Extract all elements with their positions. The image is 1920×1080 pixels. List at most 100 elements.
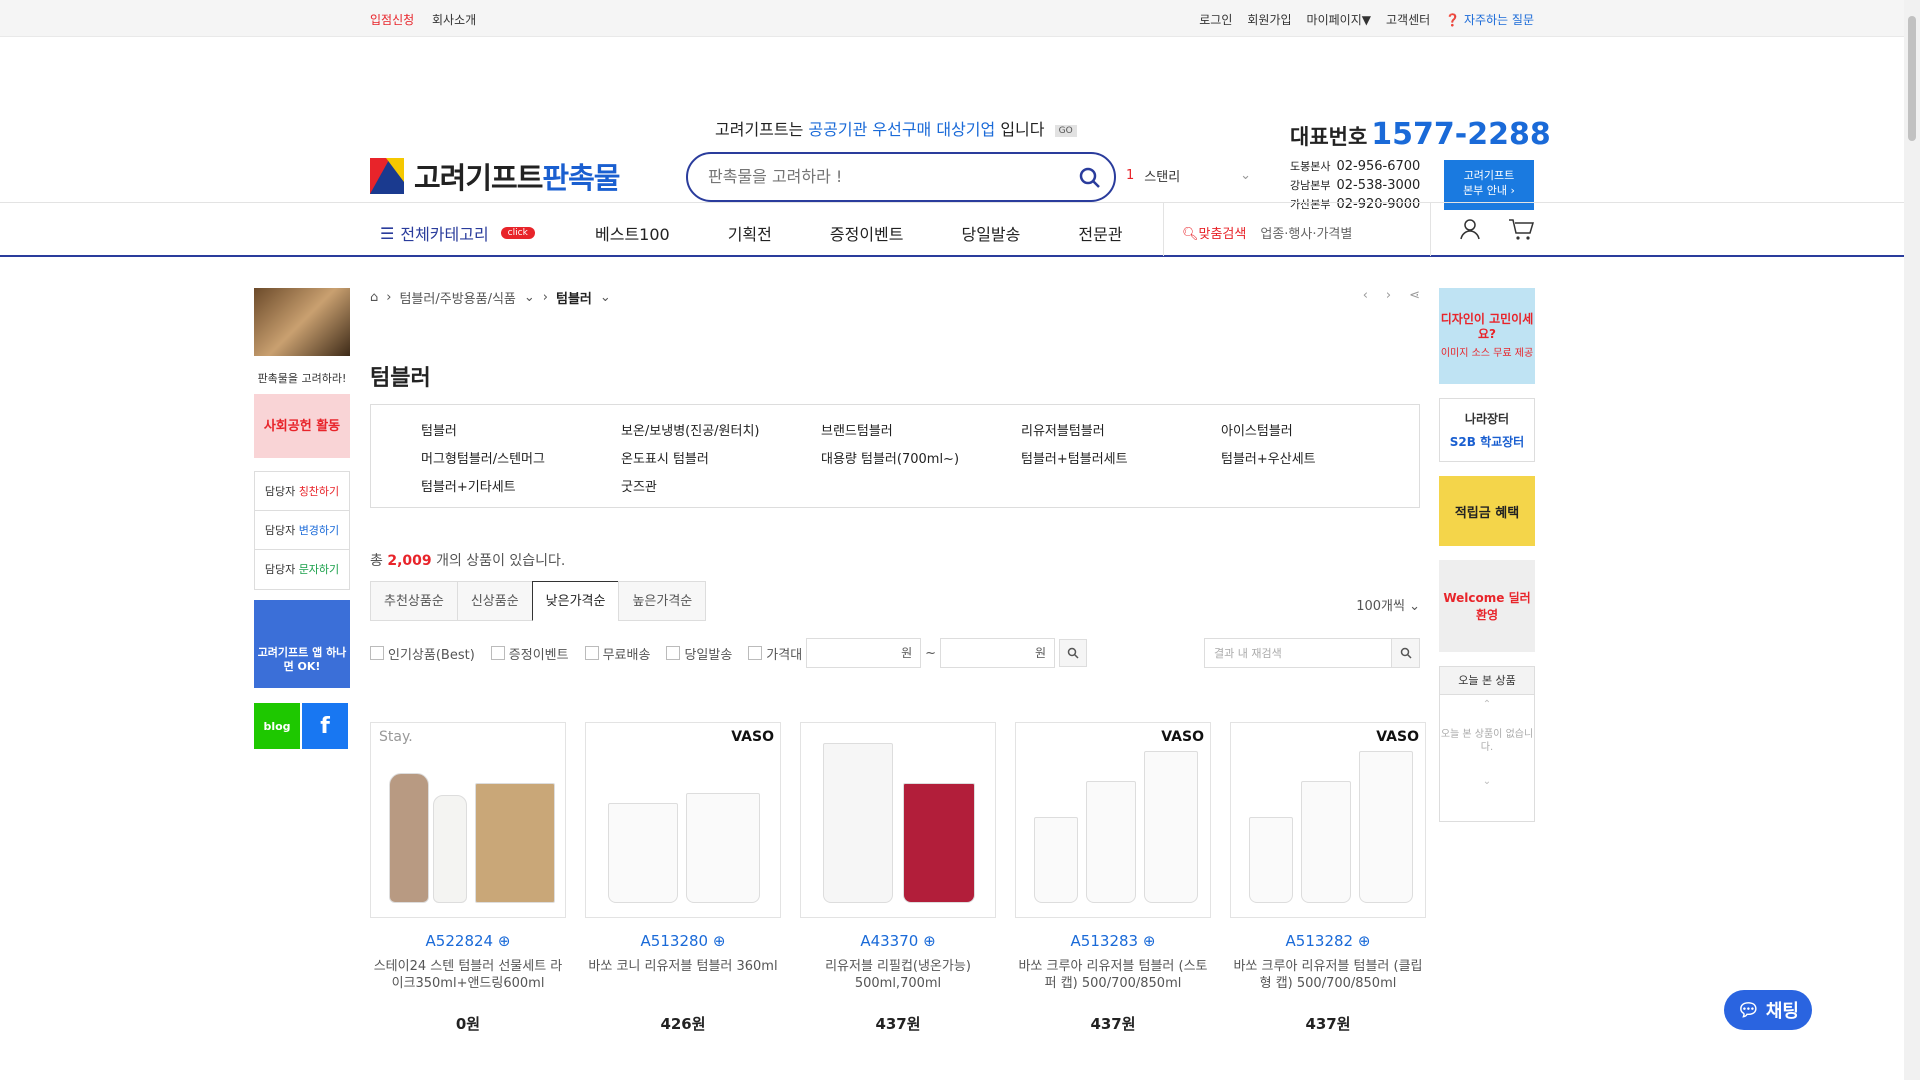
nav-exhibition[interactable]: 기획전: [728, 221, 772, 245]
chevron-down-icon[interactable]: ⌄: [1440, 776, 1534, 787]
product-code[interactable]: A513280 ⊕: [585, 932, 781, 950]
subcat-item[interactable]: 텀블러+텀블러세트: [1021, 448, 1221, 467]
video-thumbnail[interactable]: [254, 288, 350, 356]
text-manager-button[interactable]: 담당자 문자하기: [255, 550, 349, 589]
link-faq[interactable]: ❓ 자주하는 질문: [1445, 11, 1534, 28]
product-card[interactable]: VASO A513283 ⊕ 바쏘 크루아 리유저블 텀블러 (스토퍼 캡) 5…: [1015, 722, 1211, 1034]
product-card[interactable]: Stay. A522824 ⊕ 스테이24 스텐 텀블러 선물세트 라이크350…: [370, 722, 566, 1034]
product-image[interactable]: VASO: [1230, 722, 1426, 918]
tab-high-price[interactable]: 높은가격순: [618, 581, 707, 621]
product-name[interactable]: 바쏘 코니 리유저블 텀블러 360ml: [585, 958, 781, 992]
subcat-item[interactable]: 텀블러: [421, 420, 621, 439]
praise-manager-button[interactable]: 담당자 칭찬하기: [255, 472, 349, 511]
link-vendor-apply[interactable]: 입점신청: [370, 13, 414, 27]
social-contribution-banner[interactable]: 사회공헌 활동: [254, 394, 350, 458]
product-code[interactable]: A513283 ⊕: [1015, 932, 1211, 950]
result-search-button[interactable]: [1391, 639, 1419, 667]
checkbox[interactable]: [370, 646, 384, 660]
checkbox[interactable]: [584, 646, 599, 660]
product-image[interactable]: VASO: [585, 722, 781, 918]
product-image[interactable]: [800, 722, 996, 918]
scrollbar-thumb[interactable]: [1908, 16, 1916, 141]
tab-newest[interactable]: 신상품순: [456, 581, 532, 621]
link-company[interactable]: 회사소개: [432, 13, 476, 27]
design-banner[interactable]: 디자인이 고민이세요? 이미지 소스 무료 제공: [1439, 288, 1535, 384]
subcat-item[interactable]: 온도표시 텀블러: [621, 448, 821, 467]
scrollbar[interactable]: [1904, 0, 1920, 1080]
product-image[interactable]: VASO: [1015, 722, 1211, 918]
tab-low-price[interactable]: 낮은가격순: [531, 581, 619, 621]
subcat-item[interactable]: 브랜드텀블러: [821, 420, 1021, 439]
subcat-item[interactable]: 텀블러+기타세트: [421, 476, 621, 495]
product-name[interactable]: 바쏘 크루아 리유저블 텀블러 (클립형 캡) 500/700/850ml: [1230, 958, 1426, 992]
price-search-button[interactable]: [1059, 639, 1088, 667]
filter-price[interactable]: 가격대: [748, 644, 802, 663]
link-login[interactable]: 로그인: [1199, 11, 1232, 28]
breadcrumb-level2[interactable]: 텀블러: [556, 288, 592, 307]
link-mypage[interactable]: 마이페이지▼: [1307, 11, 1371, 28]
zoom-icon[interactable]: ⊕: [498, 932, 511, 950]
prev-icon[interactable]: ‹: [1363, 288, 1368, 303]
tab-recommended[interactable]: 추천상품순: [370, 581, 457, 621]
product-image[interactable]: Stay.: [370, 722, 566, 918]
product-card[interactable]: VASO A513282 ⊕ 바쏘 크루아 리유저블 텀블러 (클립형 캡) 5…: [1230, 722, 1426, 1034]
checkbox[interactable]: [666, 646, 681, 660]
chevron-down-icon[interactable]: ⌄: [1240, 168, 1251, 183]
facebook-icon[interactable]: f: [302, 703, 348, 749]
dealer-banner[interactable]: Welcome 딜러환영: [1439, 560, 1535, 652]
price-max-input[interactable]: 원: [940, 638, 1056, 668]
points-banner[interactable]: 적립금 혜택: [1439, 476, 1535, 546]
zoom-icon[interactable]: ⊕: [1143, 932, 1156, 950]
zoom-icon[interactable]: ⊕: [713, 932, 726, 950]
home-icon[interactable]: ⌂: [370, 290, 378, 305]
product-card[interactable]: VASO A513280 ⊕ 바쏘 코니 리유저블 텀블러 360ml 426원: [585, 722, 781, 1034]
blog-icon[interactable]: blog: [254, 703, 300, 749]
change-manager-button[interactable]: 담당자 변경하기: [255, 511, 349, 550]
link-signup[interactable]: 회원가입: [1247, 11, 1291, 28]
subcat-item[interactable]: 텀블러+우산세트: [1221, 448, 1421, 467]
subcat-item-goods[interactable]: 굿즈관: [621, 476, 821, 495]
chat-button[interactable]: 💬︎ 채팅: [1724, 990, 1812, 1030]
subcat-item[interactable]: 리유저블텀블러: [1021, 420, 1221, 439]
subcat-item[interactable]: 대용량 텀블러(700ml~): [821, 448, 1021, 467]
next-icon[interactable]: ›: [1386, 288, 1391, 303]
price-min-input[interactable]: 원: [806, 638, 922, 668]
zoom-icon[interactable]: ⊕: [923, 932, 936, 950]
nav-same-day[interactable]: 당일발송: [961, 221, 1020, 245]
product-code[interactable]: A522824 ⊕: [370, 932, 566, 950]
checkbox[interactable]: [748, 646, 763, 660]
chevron-up-icon[interactable]: ⌃: [1440, 699, 1534, 710]
link-support[interactable]: 고객센터: [1386, 11, 1430, 28]
subcat-item[interactable]: 보온/보냉병(진공/원터치): [621, 420, 821, 439]
zoom-icon[interactable]: ⊕: [1358, 932, 1371, 950]
result-search-input[interactable]: 결과 내 재검색: [1204, 638, 1420, 668]
product-card[interactable]: A43370 ⊕ 리유저블 리필컵(냉온가능) 500ml,700ml 437원: [800, 722, 996, 1034]
product-code[interactable]: A513282 ⊕: [1230, 932, 1426, 950]
cart-icon[interactable]: [1508, 217, 1534, 241]
custom-search[interactable]: 🔍︎맞춤검색 업종·행사·가격별: [1182, 223, 1352, 242]
filter-event[interactable]: 증정이벤트: [490, 644, 569, 663]
nav-specialty[interactable]: 전문관: [1078, 221, 1122, 245]
site-logo[interactable]: 고려기프트판촉물: [370, 155, 620, 197]
subcat-item[interactable]: 아이스텀블러: [1221, 420, 1421, 439]
breadcrumb-level1[interactable]: 텀블러/주방용품/식품: [399, 288, 515, 307]
product-code[interactable]: A43370 ⊕: [800, 932, 996, 950]
product-name[interactable]: 스테이24 스텐 텀블러 선물세트 라이크350ml+앤드링600ml: [370, 958, 566, 992]
promo-banner[interactable]: 고려기프트는 공공기관 우선구매 대상기업 입니다 GO: [715, 116, 1077, 140]
share-icon[interactable]: ⋖: [1409, 288, 1420, 303]
nav-gift-event[interactable]: 증정이벤트: [830, 221, 904, 245]
nav-best100[interactable]: 베스트100: [595, 221, 670, 245]
product-name[interactable]: 바쏘 크루아 리유저블 텀블러 (스토퍼 캡) 500/700/850ml: [1015, 958, 1211, 992]
per-page-select[interactable]: 100개씩 ⌄: [1356, 595, 1420, 614]
search-icon[interactable]: [1078, 166, 1102, 190]
chevron-down-icon[interactable]: ⌄: [524, 290, 535, 305]
filter-best[interactable]: 인기상품(Best): [370, 644, 475, 663]
user-icon[interactable]: [1458, 217, 1482, 241]
filter-free-ship[interactable]: 무료배송: [584, 644, 650, 663]
app-banner[interactable]: 고려기프트 앱 하나면 OK!: [254, 600, 350, 688]
product-name[interactable]: 리유저블 리필컵(냉온가능) 500ml,700ml: [800, 958, 996, 992]
promo-go-button[interactable]: GO: [1054, 124, 1077, 137]
trending-keyword[interactable]: 1 스탠리 ⌄: [1126, 166, 1251, 185]
subcat-item[interactable]: 머그형텀블러/스텐머그: [421, 448, 621, 467]
all-category-button[interactable]: ☰ 전체카테고리 click: [380, 221, 535, 245]
